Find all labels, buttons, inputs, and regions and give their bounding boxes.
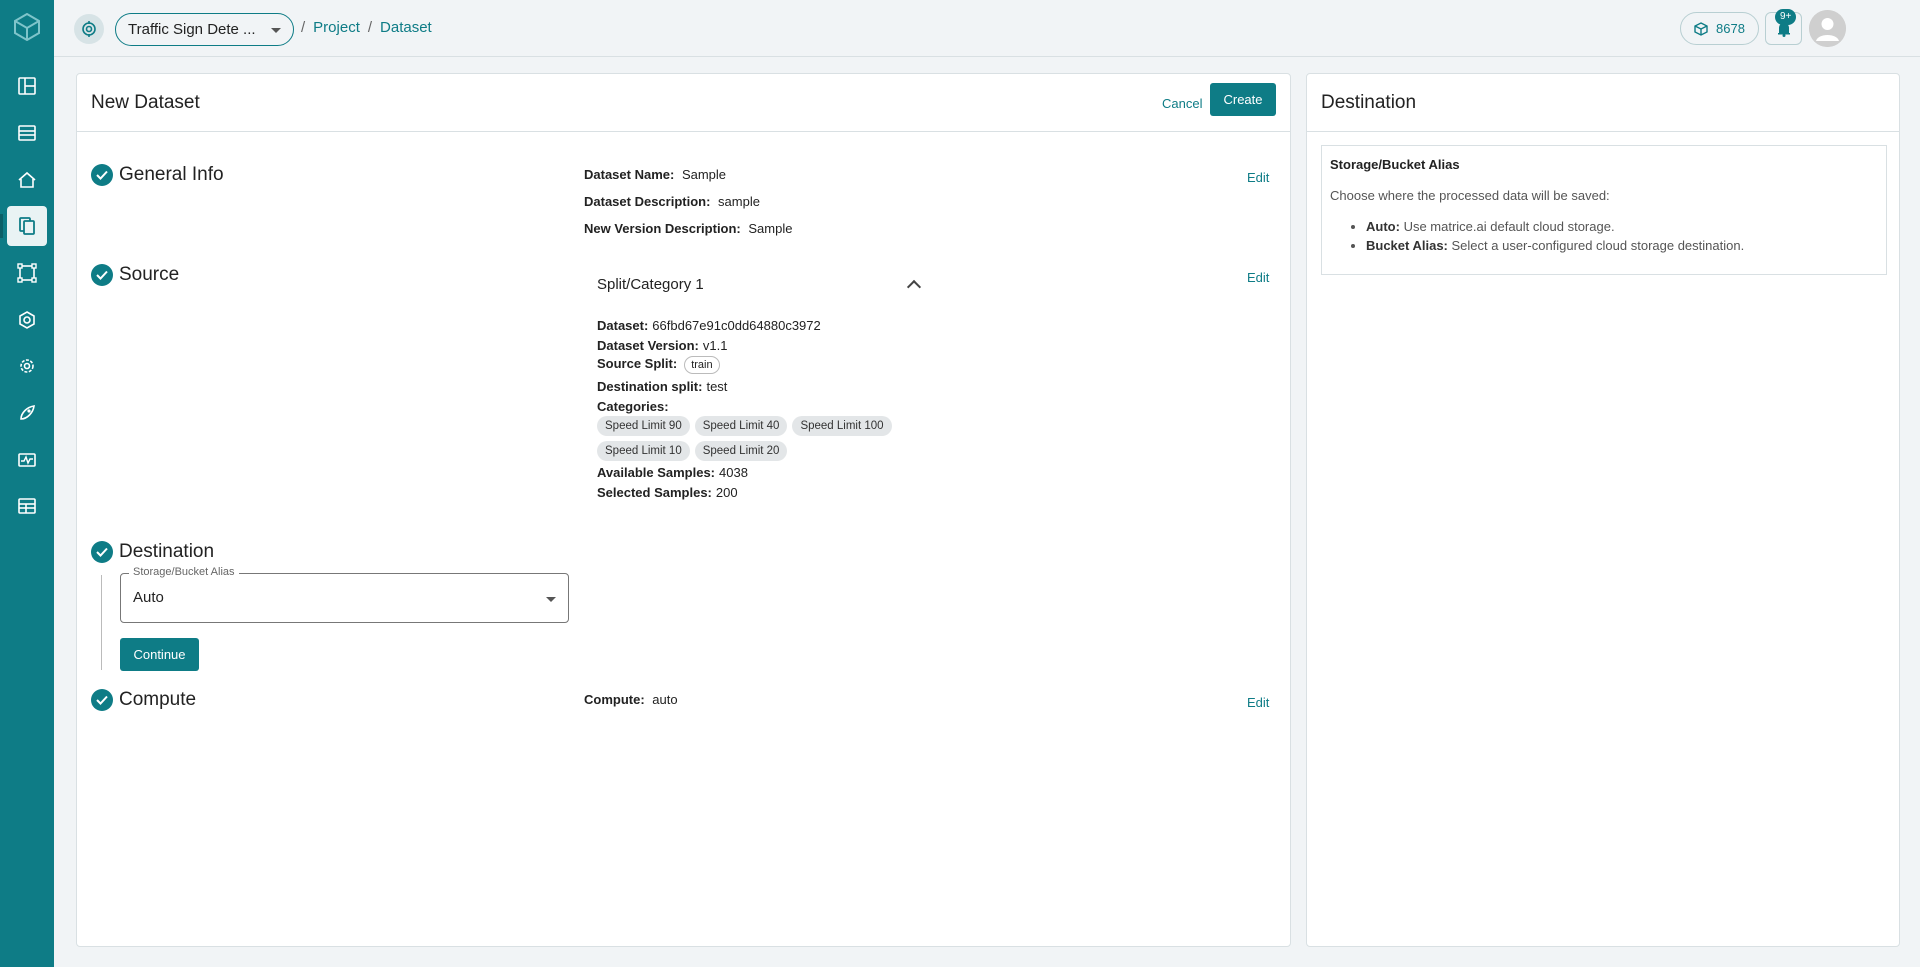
top-bar: Traffic Sign Dete ... / Project / Datase… bbox=[54, 0, 1920, 57]
help-list: Auto: Use matrice.ai default cloud stora… bbox=[1366, 219, 1744, 257]
check-icon bbox=[91, 264, 113, 286]
nav-reports-icon[interactable] bbox=[7, 486, 47, 526]
dataset-description-row: Dataset Description: sample bbox=[584, 194, 760, 209]
destination-split-row: Destination split: test bbox=[597, 379, 728, 394]
help-box-title: Storage/Bucket Alias bbox=[1330, 157, 1460, 172]
credits-count: 8678 bbox=[1716, 21, 1745, 36]
app-logo-icon[interactable] bbox=[13, 13, 41, 41]
selected-samples-row: Selected Samples: 200 bbox=[597, 485, 738, 500]
category-chip: Speed Limit 90 bbox=[597, 416, 690, 436]
categories-label: Categories: bbox=[597, 399, 669, 414]
compute-row: Compute: auto bbox=[584, 692, 678, 707]
version-description-row: New Version Description: Sample bbox=[584, 221, 793, 236]
category-chip: Speed Limit 40 bbox=[694, 416, 788, 436]
list-item: Bucket Alias: Select a user-configured c… bbox=[1366, 238, 1744, 253]
split-chip: train bbox=[684, 356, 720, 374]
nav-datasets-icon[interactable] bbox=[7, 113, 47, 153]
edit-source-link[interactable]: Edit bbox=[1247, 270, 1269, 285]
help-box-description: Choose where the processed data will be … bbox=[1330, 188, 1610, 203]
chevron-down-icon bbox=[546, 597, 556, 602]
nav-annotation-icon[interactable] bbox=[7, 253, 47, 293]
storage-alias-value: Auto bbox=[133, 589, 164, 606]
chevron-down-icon bbox=[271, 28, 281, 33]
project-selector[interactable]: Traffic Sign Dete ... bbox=[115, 13, 294, 46]
available-samples-row: Available Samples: 4038 bbox=[597, 465, 748, 480]
storage-alias-label: Storage/Bucket Alias bbox=[129, 566, 239, 578]
user-avatar-icon bbox=[1809, 10, 1846, 47]
nav-dashboard-icon[interactable] bbox=[7, 66, 47, 106]
step-destination-title: Destination bbox=[119, 541, 215, 562]
sidebar bbox=[0, 0, 54, 967]
avatar[interactable] bbox=[1809, 10, 1846, 47]
project-name: Traffic Sign Dete ... bbox=[128, 21, 256, 38]
source-split-row: Source Split: train bbox=[597, 356, 720, 374]
nav-monitoring-icon[interactable] bbox=[7, 440, 47, 480]
nav-models-icon[interactable] bbox=[7, 300, 47, 340]
help-box: Storage/Bucket Alias Choose where the pr… bbox=[1321, 145, 1887, 275]
step-connector bbox=[101, 575, 102, 670]
breadcrumb-project[interactable]: Project bbox=[313, 19, 360, 36]
continue-button[interactable]: Continue bbox=[120, 638, 199, 671]
nav-deploy-rocket-icon[interactable] bbox=[7, 393, 47, 433]
step-source-title: Source bbox=[119, 264, 180, 285]
step-compute-title: Compute bbox=[119, 689, 197, 710]
destination-help-panel: Destination Storage/Bucket Alias Choose … bbox=[1306, 73, 1900, 947]
project-icon[interactable] bbox=[74, 14, 104, 44]
credits-button[interactable]: 8678 bbox=[1680, 12, 1759, 45]
categories-row-1: Speed Limit 90 Speed Limit 40 Speed Limi… bbox=[597, 416, 892, 436]
nav-settings-gear-icon[interactable] bbox=[7, 346, 47, 386]
category-chip: Speed Limit 20 bbox=[694, 441, 788, 461]
nav-home-icon[interactable] bbox=[7, 160, 47, 200]
create-button[interactable]: Create bbox=[1210, 83, 1276, 116]
check-icon bbox=[91, 164, 113, 186]
dataset-name-row: Dataset Name: Sample bbox=[584, 167, 727, 182]
check-icon bbox=[91, 689, 113, 711]
cancel-button[interactable]: Cancel bbox=[1156, 92, 1208, 115]
breadcrumb-dataset[interactable]: Dataset bbox=[380, 19, 432, 36]
cube-icon bbox=[1694, 21, 1708, 36]
nav-files-icon[interactable] bbox=[0, 206, 47, 246]
notification-badge: 9+ bbox=[1775, 9, 1797, 25]
panel-header: New Dataset Cancel Create bbox=[77, 74, 1290, 132]
help-panel-header: Destination bbox=[1307, 74, 1899, 132]
edit-general-info-link[interactable]: Edit bbox=[1247, 170, 1269, 185]
source-version-row: Dataset Version: v1.1 bbox=[597, 338, 728, 353]
category-chip: Speed Limit 10 bbox=[597, 441, 690, 461]
page-title: New Dataset bbox=[91, 91, 200, 113]
help-panel-title: Destination bbox=[1321, 91, 1417, 113]
step-general-info-title: General Info bbox=[119, 164, 224, 185]
edit-compute-link[interactable]: Edit bbox=[1247, 695, 1269, 710]
category-chip: Speed Limit 100 bbox=[792, 416, 892, 436]
source-dataset-row: Dataset: 66fbd67e91c0dd64880c3972 bbox=[597, 318, 821, 333]
storage-alias-select[interactable]: Storage/Bucket Alias Auto bbox=[120, 566, 569, 623]
check-icon bbox=[91, 541, 113, 563]
list-item: Auto: Use matrice.ai default cloud stora… bbox=[1366, 219, 1744, 234]
breadcrumb: / Project / Dataset bbox=[301, 19, 432, 36]
categories-row-2: Speed Limit 10 Speed Limit 20 bbox=[597, 441, 788, 461]
split-category-title: Split/Category 1 bbox=[597, 276, 704, 293]
